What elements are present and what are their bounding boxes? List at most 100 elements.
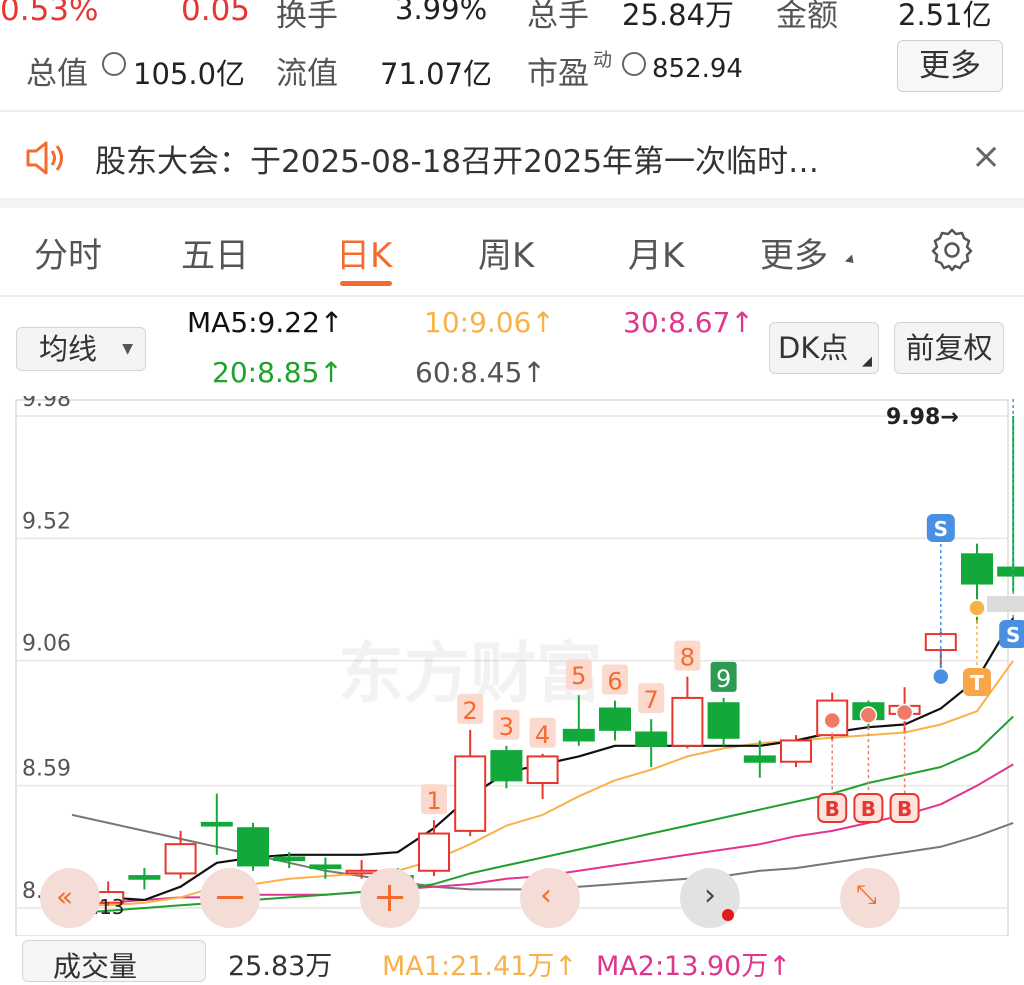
candle-body: [599, 707, 631, 731]
zoom-out-button[interactable]: [200, 868, 260, 928]
t-point: [968, 599, 986, 617]
count-label: 3: [499, 713, 514, 741]
t-badge-label: T: [970, 671, 984, 695]
tab-five-day[interactable]: 五日: [181, 228, 249, 277]
dropdown-caret-icon: [844, 254, 858, 267]
count-label: 8: [680, 644, 695, 672]
count-label: 6: [607, 668, 622, 696]
zoom-in-button[interactable]: [360, 868, 420, 928]
dk-point-button[interactable]: DK点 ◢: [769, 322, 879, 374]
candle-body: [780, 739, 812, 763]
candle-body: [128, 875, 161, 880]
amount-label: 金额: [776, 0, 838, 34]
more-stats-button[interactable]: 更多: [897, 40, 1003, 92]
tab-daily-k[interactable]: 日K: [336, 228, 392, 277]
candle-body: [671, 696, 704, 747]
count-label: 4: [535, 721, 550, 749]
y-tick-label: 9.98: [22, 396, 71, 412]
volume-value: 25.84万: [622, 0, 735, 32]
sell-badge-label: S: [1006, 623, 1020, 647]
notice-text[interactable]: 股东大会：于2025-08-18召开2025年第一次临时…: [95, 136, 819, 181]
close-icon[interactable]: ×: [971, 136, 1001, 177]
forward-adjust-button[interactable]: 前复权: [894, 322, 1004, 374]
count-label: 2: [463, 697, 478, 725]
volume-ma2: MA2:13.90万↑: [596, 951, 791, 982]
candle-body: [490, 750, 523, 782]
tab-monthly-k[interactable]: 月K: [628, 228, 684, 277]
volume-value: 25.83万: [228, 951, 333, 982]
count-label: 7: [644, 686, 659, 714]
tab-intraday[interactable]: 分时: [34, 228, 102, 277]
market-cap-value: 105.0亿: [133, 57, 246, 91]
turnover-value: 3.99%: [395, 0, 488, 26]
price-highlight-band: [987, 596, 1024, 612]
sell-badge-label: S: [934, 517, 948, 541]
double-chevron-left-icon: «: [56, 880, 74, 913]
ma-selector-dropdown[interactable]: 均线 ▼: [16, 327, 146, 371]
dropdown-corner-icon: ◢: [862, 354, 872, 369]
buy-badge-label: B: [861, 797, 876, 821]
change-percent: 0.53%: [0, 0, 99, 28]
plus-icon-vertical: [388, 885, 391, 911]
count-label: 9: [716, 665, 731, 693]
info-icon[interactable]: [622, 52, 646, 76]
step-left-button[interactable]: ‹: [520, 868, 580, 928]
expand-arrows-icon: ⤡: [856, 880, 877, 910]
tab-weekly-k[interactable]: 周K: [478, 228, 534, 277]
ma30-value: 30:8.67↑: [623, 306, 754, 339]
minus-icon: [217, 896, 243, 899]
ma-selector-label: 均线: [39, 332, 98, 366]
count-label: 1: [426, 787, 441, 815]
dk-point-label: DK点: [778, 331, 849, 365]
volume-tab-label: 成交量: [53, 950, 138, 983]
y-tick-label: 9.52: [22, 509, 71, 534]
change-amount: 0.05: [181, 0, 251, 28]
fullscreen-button[interactable]: ⤡: [840, 868, 900, 928]
volume-label: 总手: [527, 0, 589, 34]
candle-body: [961, 553, 993, 585]
buy-point: [895, 703, 914, 722]
sell-point: [932, 667, 950, 686]
buy-badge-label: B: [825, 797, 840, 821]
pe-superscript: 动: [593, 49, 613, 71]
candle-body: [707, 702, 740, 739]
buy-point: [823, 711, 841, 730]
pe-label: 市盈: [527, 56, 589, 92]
settings-gear-icon[interactable]: [929, 227, 975, 277]
speaker-icon: [24, 138, 72, 182]
max-price-label: 9.98→: [886, 405, 959, 430]
buy-badge-label: B: [897, 797, 912, 821]
y-tick-label: 8.59: [22, 757, 71, 782]
candle-body: [164, 843, 197, 875]
tab-more[interactable]: 更多: [760, 228, 828, 277]
candle-body: [200, 821, 233, 827]
pe-value: 852.94: [652, 54, 743, 84]
float-cap-label: 流值: [276, 56, 338, 92]
volume-indicator-selector[interactable]: 成交量: [22, 940, 206, 983]
chevron-right-icon: ›: [704, 878, 716, 913]
chevron-left-icon: ‹: [540, 878, 552, 913]
ma20-value: 20:8.85↑: [212, 356, 343, 389]
kline-chart[interactable]: 9.989.529.068.598.13东方财富123456789BBBSST9…: [0, 396, 1024, 936]
scroll-left-fast-button[interactable]: «: [40, 868, 100, 928]
candle-body: [562, 728, 595, 742]
float-cap-value: 71.07亿: [380, 57, 493, 91]
notification-dot: [722, 909, 734, 921]
count-label: 5: [571, 662, 586, 690]
candle-body: [635, 731, 668, 747]
candle-body: [526, 755, 559, 785]
candle-body: [237, 827, 269, 867]
info-icon[interactable]: [102, 52, 126, 76]
candle-body: [997, 566, 1024, 577]
candle-body: [743, 755, 776, 763]
y-tick-label: 9.06: [22, 632, 71, 657]
ma10-value: 10:9.06↑: [424, 306, 555, 339]
candle-body: [273, 856, 306, 862]
active-tab-indicator: [340, 281, 392, 286]
candle-body: [454, 755, 487, 832]
turnover-label: 换手: [276, 0, 338, 34]
ma5-value: MA5:9.22↑: [187, 306, 344, 339]
market-cap-label: 总值: [26, 56, 88, 92]
candle-body: [418, 832, 450, 872]
amount-value: 2.51亿: [898, 0, 992, 32]
